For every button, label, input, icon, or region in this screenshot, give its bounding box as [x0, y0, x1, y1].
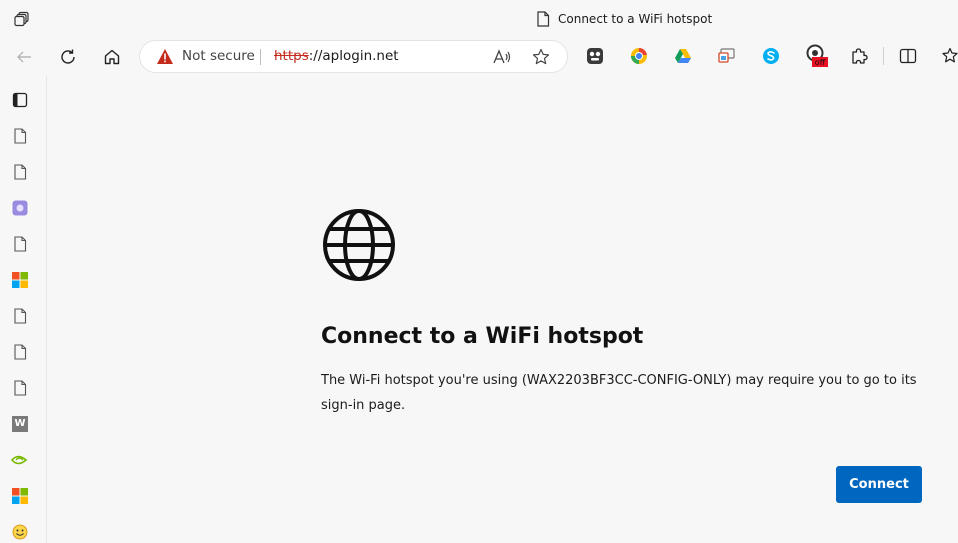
sidebar-item-tab[interactable]: W	[10, 414, 30, 434]
vertical-tabs-sidebar: W	[0, 76, 47, 543]
sidebar-item-tab[interactable]	[10, 162, 30, 182]
toggle-off-extension-icon: off	[806, 44, 828, 67]
title-bar: Connect to a WiFi hotspot	[0, 0, 958, 37]
window-title-text: Connect to a WiFi hotspot	[558, 12, 713, 26]
page-description: The Wi-Fi hotspot you're using (WAX2203B…	[321, 373, 917, 413]
page-icon	[14, 164, 27, 180]
extension-toggle-off[interactable]: off	[804, 44, 828, 68]
url-host: ://aplogin.net	[308, 48, 399, 64]
page-content: Connect to a WiFi hotspot The Wi-Fi hots…	[47, 76, 958, 543]
extension-chrome[interactable]	[627, 44, 651, 68]
sidebar-item-tab[interactable]	[10, 198, 30, 218]
skype-icon	[763, 48, 779, 64]
toolbar-divider	[883, 47, 884, 65]
sidebar-item-tab[interactable]	[10, 450, 30, 470]
arrow-left-icon	[17, 51, 31, 63]
extension-google-drive[interactable]	[671, 44, 695, 68]
extension-badge: off	[815, 58, 826, 67]
tampermonkey-icon	[587, 48, 603, 64]
sidebar-item-tab[interactable]	[10, 234, 30, 254]
read-aloud-button[interactable]	[492, 47, 512, 67]
microsoft-icon	[12, 272, 28, 288]
tab-sidebar-icon	[12, 92, 28, 108]
sidebar-item-tab[interactable]	[10, 378, 30, 398]
favorites-icon	[942, 47, 958, 63]
google-drive-icon	[675, 49, 691, 63]
globe-icon	[323, 209, 395, 281]
page-icon	[14, 236, 27, 252]
sidebar-item-tab[interactable]	[10, 270, 30, 290]
url-text[interactable]: https://aplogin.net	[274, 48, 399, 64]
chrome-like-icon	[631, 48, 647, 64]
page-icon	[537, 11, 550, 27]
home-button[interactable]	[98, 43, 126, 71]
refresh-button[interactable]	[54, 43, 82, 71]
sidebar-item-tab[interactable]	[10, 126, 30, 146]
warning-icon[interactable]	[156, 48, 174, 65]
sidebar-item-tab[interactable]	[10, 486, 30, 506]
refresh-icon	[61, 49, 75, 64]
window-title: Connect to a WiFi hotspot	[536, 9, 712, 29]
extension-cast[interactable]	[715, 44, 739, 68]
read-aloud-icon	[493, 49, 511, 64]
address-bar[interactable]: Not secure https://aplogin.net	[140, 41, 567, 72]
extension-skype[interactable]	[759, 44, 783, 68]
page-icon	[14, 344, 27, 360]
page-icon	[14, 308, 27, 324]
sidebar-item-tab-panel[interactable]	[10, 90, 30, 110]
split-screen-button[interactable]	[896, 44, 920, 68]
app-purple-icon	[12, 200, 28, 216]
favorite-button[interactable]	[531, 47, 551, 67]
star-icon	[532, 48, 550, 65]
sidebar-item-tab[interactable]	[10, 342, 30, 362]
extensions-button[interactable]	[847, 44, 871, 68]
microsoft-icon	[12, 488, 28, 504]
split-screen-icon	[899, 48, 917, 64]
puzzle-extensions-icon	[852, 48, 868, 64]
url-scheme: https	[274, 48, 309, 64]
page-icon	[14, 380, 27, 396]
favorites-button[interactable]	[939, 44, 958, 68]
address-divider	[260, 49, 261, 65]
connect-button[interactable]: Connect	[836, 466, 922, 503]
emoji-app-icon	[12, 524, 28, 540]
w-letter-icon: W	[12, 416, 28, 432]
tab-actions-icon	[14, 11, 29, 27]
nvidia-icon	[11, 455, 28, 465]
page-title: Connect to a WiFi hotspot	[321, 324, 644, 349]
tab-actions-menu[interactable]	[12, 9, 32, 29]
extension-tampermonkey[interactable]	[583, 44, 607, 68]
page-icon	[14, 128, 27, 144]
back-button[interactable]	[10, 43, 38, 71]
home-icon	[104, 49, 120, 65]
sidebar-item-tab[interactable]	[10, 522, 30, 542]
cast-icon	[718, 48, 735, 63]
not-secure-label[interactable]: Not secure	[182, 48, 255, 64]
sidebar-item-tab[interactable]	[10, 306, 30, 326]
